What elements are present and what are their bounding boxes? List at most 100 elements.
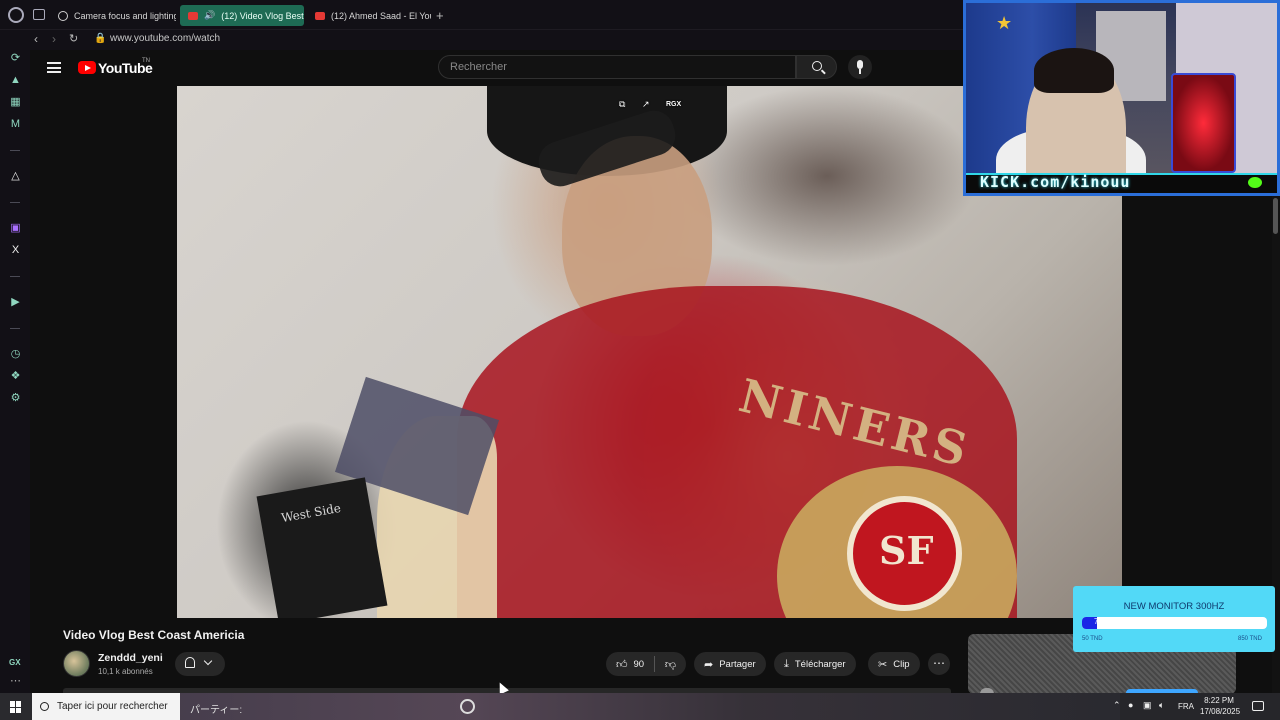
more-actions-button[interactable]: ⋯ bbox=[928, 653, 950, 675]
like-count[interactable]: 90 bbox=[634, 659, 645, 670]
channel-avatar[interactable] bbox=[63, 650, 90, 677]
tab-video-vlog[interactable]: 🔊 (12) Video Vlog Best C bbox=[180, 5, 304, 26]
donation-progress-track bbox=[1082, 617, 1267, 629]
download-label: Télécharger bbox=[794, 658, 846, 670]
scissors-icon: ✂ bbox=[878, 658, 888, 671]
donation-max-label: 850 TND bbox=[1238, 636, 1262, 642]
more-dots-icon[interactable]: ⋯ bbox=[9, 675, 22, 688]
download-icon: ⤓ bbox=[784, 657, 789, 670]
tray-chevron-up-icon[interactable]: ⌃ bbox=[1113, 700, 1121, 711]
tab-label: Camera focus and lighting bbox=[74, 10, 176, 21]
notifications-bell-button[interactable] bbox=[175, 652, 225, 676]
reload-icon[interactable]: ↻ bbox=[69, 32, 78, 45]
settings-gear-icon[interactable]: ⚙ bbox=[9, 392, 22, 405]
speaker-icon[interactable]: 🔊 bbox=[204, 10, 215, 21]
workspaces-icon[interactable] bbox=[33, 9, 45, 20]
rgx-label[interactable]: RGX bbox=[666, 101, 681, 108]
notification-center-icon[interactable] bbox=[1252, 701, 1264, 711]
search-button[interactable] bbox=[796, 55, 837, 79]
sidebar-divider bbox=[10, 202, 20, 203]
like-dislike-group: 👍︎ 90 👎︎ bbox=[606, 652, 686, 676]
facecam-person-hair bbox=[1034, 48, 1114, 93]
gx-corner-icon[interactable]: ▦ bbox=[9, 96, 22, 109]
video-frame-poster bbox=[256, 477, 388, 618]
gx-control-icon[interactable]: ⟳ bbox=[9, 52, 22, 65]
popout-icon[interactable]: ↗ bbox=[642, 99, 650, 110]
x-twitter-icon[interactable]: X bbox=[9, 244, 22, 257]
tab-label: (12) Ahmed Saad - El Youm bbox=[331, 10, 431, 21]
chevron-down-icon bbox=[203, 656, 213, 666]
twitch-icon[interactable]: ▣ bbox=[9, 222, 22, 235]
tab-ahmed-saad[interactable]: (12) Ahmed Saad - El Youm bbox=[307, 5, 431, 26]
extensions-icon[interactable]: ❖ bbox=[9, 370, 22, 383]
facecam-star-icon: ★ bbox=[996, 13, 1013, 33]
youtube-favicon-icon bbox=[315, 11, 325, 20]
facecam-neon-sign bbox=[1171, 73, 1236, 173]
taskbar-search-text: Taper ici pour rechercher bbox=[57, 701, 168, 712]
tray-clock[interactable]: 8:22 PM 17/08/2025 bbox=[1200, 695, 1241, 717]
download-button[interactable]: ⤓ Télécharger bbox=[774, 652, 856, 676]
scrollbar-thumb[interactable] bbox=[1273, 198, 1278, 234]
thumbs-up-icon[interactable]: 👍︎ bbox=[616, 658, 628, 671]
sidebar-divider bbox=[10, 276, 20, 277]
search-icon bbox=[812, 61, 822, 71]
donation-progress-value: 7 bbox=[1094, 617, 1099, 626]
kick-logo-icon bbox=[1248, 177, 1262, 188]
player-icon[interactable]: ▶ bbox=[9, 296, 22, 309]
hamburger-menu-icon[interactable] bbox=[47, 62, 61, 73]
clip-label: Clip bbox=[893, 658, 910, 670]
facecam-overlay: ★ KICK.com/kinouu bbox=[963, 0, 1280, 196]
gx-label[interactable]: GX bbox=[9, 658, 21, 667]
video-title: Video Vlog Best Coast Americia bbox=[63, 628, 245, 642]
share-button[interactable]: ➦ Partager bbox=[694, 652, 766, 676]
tray-volume-icon[interactable]: 🔈︎ bbox=[1159, 700, 1164, 711]
gx-mods-icon[interactable]: M bbox=[9, 118, 22, 131]
opera-gx-logo-icon[interactable] bbox=[8, 7, 24, 23]
tray-mic-icon[interactable]: ● bbox=[1128, 700, 1133, 710]
clip-button[interactable]: ✂ Clip bbox=[868, 652, 920, 676]
taskbar-search-box[interactable]: Taper ici pour rechercher bbox=[32, 693, 180, 720]
donation-goal-title: NEW MONITOR 300HZ bbox=[1123, 601, 1225, 612]
thumbs-down-icon[interactable]: 👎︎ bbox=[665, 658, 676, 671]
history-icon[interactable]: ◷ bbox=[9, 348, 22, 361]
globe-icon bbox=[58, 10, 68, 21]
taskbar-party-text: パーティー: bbox=[190, 705, 243, 716]
search-input[interactable]: Rechercher bbox=[438, 55, 796, 79]
youtube-country-code: TN bbox=[142, 58, 150, 64]
donation-min-label: 50 TND bbox=[1082, 636, 1103, 642]
tab-camera-focus[interactable]: Camera focus and lighting bbox=[50, 5, 176, 26]
address-bar: ‹ › ↻ 🔒 www.youtube.com/watch bbox=[30, 30, 965, 50]
youtube-favicon-icon bbox=[188, 11, 198, 20]
subscriber-count: 10,1 k abonnés bbox=[98, 667, 153, 676]
forward-arrow-icon[interactable]: › bbox=[52, 32, 56, 46]
back-arrow-icon[interactable]: ‹ bbox=[34, 32, 38, 46]
search-icon bbox=[40, 702, 49, 711]
youtube-masthead: YouTube TN Rechercher bbox=[30, 50, 965, 86]
aria-ai-icon[interactable]: △ bbox=[9, 170, 22, 183]
windows-start-icon[interactable] bbox=[10, 701, 22, 713]
share-label: Partager bbox=[719, 658, 756, 670]
tray-network-icon[interactable]: ▣ bbox=[1143, 700, 1152, 711]
tray-date: 17/08/2025 bbox=[1200, 707, 1241, 716]
gx-cleaner-icon[interactable]: ▲ bbox=[9, 74, 22, 87]
bell-icon bbox=[185, 657, 195, 668]
obs-app-icon[interactable] bbox=[460, 699, 475, 714]
donation-progress-fill: 7 bbox=[1082, 617, 1099, 629]
opera-sidebar: ⟳ ▲ ▦ M △ ▣ X ▶ ◷ ❖ ⚙ GX ⋯ bbox=[0, 30, 30, 693]
tray-language[interactable]: FRA bbox=[1178, 702, 1194, 711]
youtube-logo-icon[interactable] bbox=[78, 61, 96, 74]
share-arrow-icon: ➦ bbox=[704, 658, 714, 671]
voice-search-mic-icon[interactable] bbox=[848, 55, 872, 79]
sf-lettering: SF bbox=[879, 528, 934, 573]
sidebar-divider bbox=[10, 150, 20, 151]
taskbar-wallpaper bbox=[180, 693, 1120, 720]
tab-label: (12) Video Vlog Best C bbox=[221, 10, 304, 21]
new-tab-plus-icon[interactable]: + bbox=[436, 8, 444, 23]
channel-name[interactable]: Zenddd_yeni bbox=[98, 652, 163, 664]
sidebar-divider bbox=[10, 328, 20, 329]
like-divider bbox=[654, 656, 655, 672]
lock-icon[interactable]: 🔒 bbox=[94, 33, 106, 44]
tray-time: 8:22 PM bbox=[1204, 696, 1234, 705]
pip-icon[interactable]: ⧉ bbox=[619, 99, 625, 110]
url-text[interactable]: www.youtube.com/watch bbox=[110, 33, 220, 44]
